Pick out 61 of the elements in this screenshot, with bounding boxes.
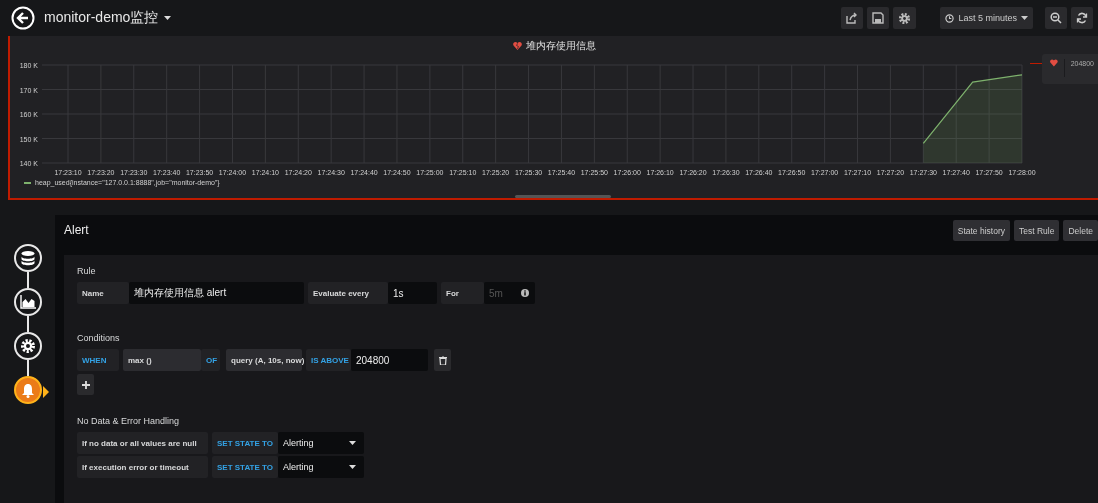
field-label: Name [77, 282, 129, 304]
save-button[interactable] [867, 7, 890, 29]
condition-keyword: OF [201, 349, 220, 371]
input-field[interactable]: 204800 [351, 349, 428, 371]
settings-button[interactable] [893, 7, 917, 29]
caret-icon [164, 16, 172, 20]
scrollbar[interactable] [515, 195, 611, 198]
input-field[interactable]: 5m [484, 282, 535, 304]
share-button[interactable] [841, 7, 864, 29]
panel-title: 堆内存使用信息 [525, 38, 596, 53]
condition-keyword: SET STATE TO [212, 432, 278, 454]
settings-icon [898, 11, 912, 25]
database-icon [19, 250, 36, 266]
step-connector [26, 360, 29, 376]
condition-keyword: WHEN [77, 349, 119, 371]
info-icon [521, 289, 529, 297]
share-icon [846, 12, 859, 24]
header-button[interactable]: Test Rule [1014, 220, 1060, 241]
area-chart-icon [19, 295, 36, 309]
section-heading: Rule [77, 266, 97, 278]
caret-icon [1021, 16, 1028, 20]
step-connector [26, 316, 29, 332]
caret-icon [349, 465, 356, 469]
step-connector [26, 272, 29, 288]
chart-step-tab[interactable] [13, 288, 42, 316]
dashboard-title[interactable]: monitor-demo监控 [40, 9, 176, 27]
condition-keyword: SET STATE TO [212, 456, 278, 478]
field-label: Evaluate every [308, 282, 388, 304]
gear-step-tab[interactable] [13, 332, 42, 360]
header-button[interactable]: Delete [1063, 220, 1098, 241]
database-step-tab[interactable] [13, 244, 42, 272]
refresh-icon [1076, 12, 1088, 24]
field-label: If execution error or timeout [77, 456, 208, 478]
bell-icon [20, 382, 35, 398]
input-field[interactable]: 堆内存使用信息 alert [129, 282, 304, 304]
field-label: If no data or all values are null [77, 432, 208, 454]
reducer-selector[interactable]: max () [123, 349, 201, 371]
delete-button[interactable] [434, 349, 451, 371]
add-condition-button[interactable] [77, 374, 94, 395]
zoom-out-icon [1050, 12, 1062, 24]
section-heading: Conditions [77, 333, 121, 345]
header-button[interactable]: State history [952, 220, 1010, 241]
gear-icon [19, 338, 36, 354]
state-dropdown[interactable]: Alerting [278, 456, 364, 478]
section-heading: No Data & Error Handling [77, 416, 181, 428]
input-field[interactable]: 1s [388, 282, 437, 304]
trash-icon [438, 355, 447, 365]
caret-icon [349, 441, 356, 445]
zoom-out-button[interactable] [1045, 7, 1067, 29]
editor-title: Alert [64, 223, 89, 237]
evaluator-selector[interactable]: IS ABOVE [306, 349, 351, 371]
refresh-button[interactable] [1071, 7, 1093, 29]
save-icon [872, 12, 885, 24]
state-dropdown[interactable]: Alerting [278, 432, 364, 454]
plus-icon [81, 380, 90, 389]
query-selector[interactable]: query (A, 10s, now) [226, 349, 302, 371]
back-button[interactable] [10, 5, 36, 31]
field-label: For [441, 282, 484, 304]
threshold-line [1030, 63, 1042, 64]
clock-icon [945, 13, 955, 23]
time-range-picker[interactable]: Last 5 minutes [940, 7, 1033, 29]
